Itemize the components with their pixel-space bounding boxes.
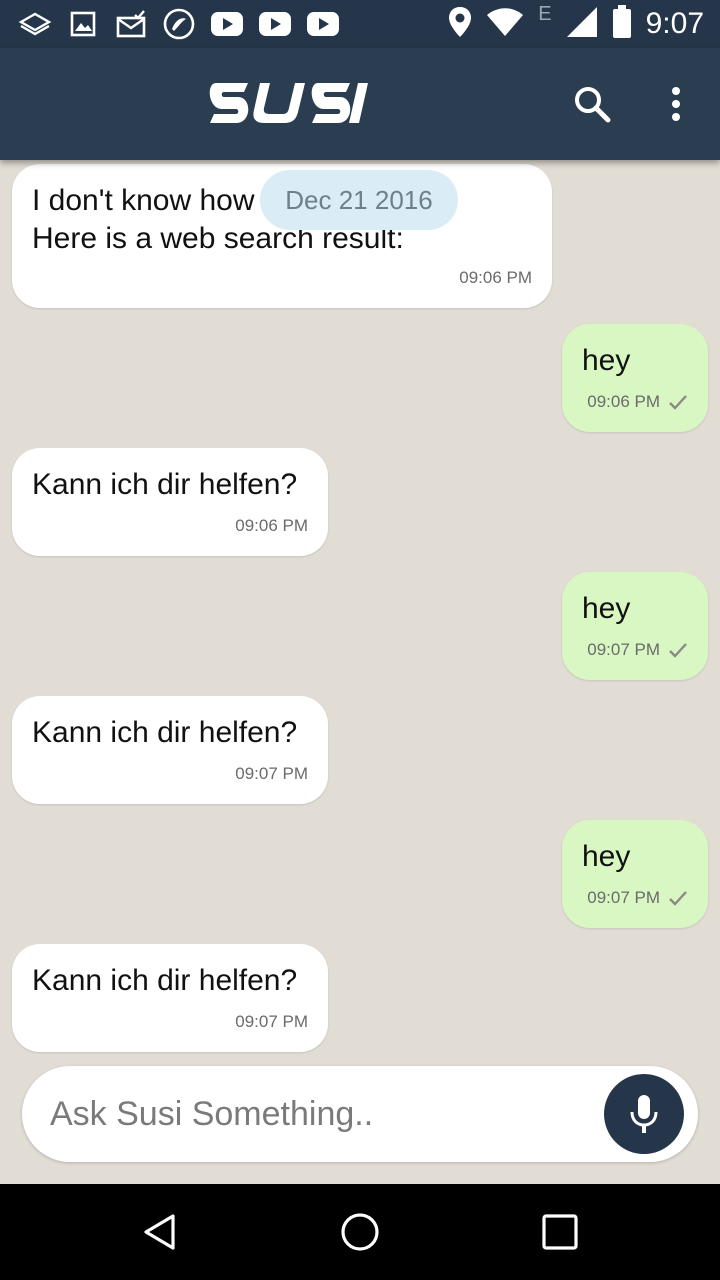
- message-text: hey: [582, 344, 631, 377]
- swirl-app-icon: [162, 8, 196, 40]
- voice-input-button[interactable]: [604, 1074, 684, 1154]
- message-bubble-susi[interactable]: Kann ich dir helfen? 09:06 PM: [12, 448, 328, 556]
- message-text: hey: [582, 592, 631, 625]
- message-time: 09:07 PM: [587, 640, 660, 659]
- location-icon: [448, 6, 472, 43]
- checkmark-icon: [669, 643, 687, 658]
- date-label: Dec 21 2016: [260, 170, 458, 230]
- search-icon: [575, 87, 611, 123]
- layers-icon: [18, 8, 52, 40]
- message-text: Kann ich dir helfen?: [32, 468, 298, 501]
- back-triangle-icon: [144, 1214, 175, 1250]
- message-composer: [22, 1066, 698, 1162]
- home-button[interactable]: [336, 1208, 384, 1256]
- message-time: 09:07 PM: [587, 888, 660, 907]
- home-circle-icon: [341, 1213, 379, 1251]
- battery-icon: [612, 4, 632, 44]
- chat-area[interactable]: Dec 21 2016 I don't know how to answer t…: [0, 160, 720, 1060]
- overflow-menu-button[interactable]: [656, 80, 696, 128]
- more-vert-icon: [672, 87, 680, 121]
- youtube-icon: [306, 8, 340, 40]
- back-button[interactable]: [136, 1208, 184, 1256]
- status-bar: E 9:07: [0, 0, 720, 48]
- message-bubble-user[interactable]: hey 09:07 PM: [562, 820, 708, 928]
- youtube-icon: [210, 8, 244, 40]
- recents-square-icon: [542, 1214, 578, 1250]
- message-input[interactable]: [50, 1086, 590, 1142]
- message-text: Kann ich dir helfen?: [32, 964, 298, 997]
- image-icon: [66, 8, 100, 40]
- recents-button[interactable]: [536, 1208, 584, 1256]
- message-bubble-susi[interactable]: Kann ich dir helfen? 09:07 PM: [12, 696, 328, 804]
- message-time: 09:06 PM: [235, 516, 308, 535]
- signal-icon: [566, 6, 598, 43]
- app-bar: [0, 48, 720, 160]
- message-time: 09:06 PM: [587, 392, 660, 411]
- youtube-icon: [258, 8, 292, 40]
- search-button[interactable]: [568, 80, 616, 128]
- message-time: 09:06 PM: [459, 268, 532, 287]
- message-bubble-user[interactable]: hey 09:06 PM: [562, 324, 708, 432]
- susi-logo: [209, 83, 368, 123]
- message-time: 09:07 PM: [235, 764, 308, 783]
- microphone-icon: [630, 1095, 658, 1133]
- message-time: 09:07 PM: [235, 1012, 308, 1031]
- network-type-label: E: [538, 2, 552, 25]
- message-bubble-user[interactable]: hey 09:07 PM: [562, 572, 708, 680]
- mail-check-icon: [114, 8, 148, 40]
- clock: 9:07: [645, 7, 704, 40]
- message-text: Kann ich dir helfen?: [32, 716, 298, 749]
- system-nav-bar: [0, 1184, 720, 1280]
- wifi-icon: [486, 7, 524, 42]
- message-text: hey: [582, 840, 631, 873]
- checkmark-icon: [669, 891, 687, 906]
- checkmark-icon: [669, 395, 687, 410]
- message-bubble-susi[interactable]: Kann ich dir helfen? 09:07 PM: [12, 944, 328, 1052]
